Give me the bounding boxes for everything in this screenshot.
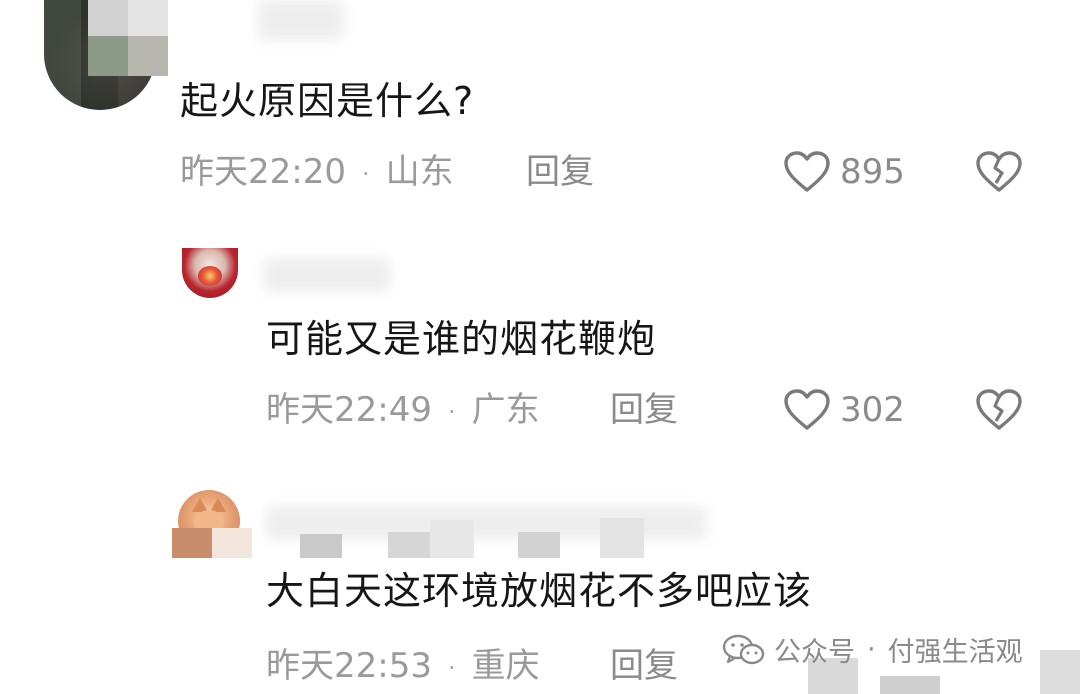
avatar-flower [198,266,222,286]
comment-time: 昨天22:20 [180,152,346,192]
meta-separator: · [447,397,456,426]
mosaic-block [300,534,342,558]
broken-heart-icon [974,150,1024,194]
heart-outline-icon [782,388,832,432]
meta-separator: · [447,653,456,682]
like-button[interactable]: 302 [782,388,905,432]
comment-location: 山东 [385,152,454,192]
avatar[interactable] [182,248,238,298]
mosaic-block [88,36,128,76]
comment-meta: 昨天22:20 · 山东 [180,152,454,194]
comment-time: 昨天22:53 [266,646,432,686]
comment-location: 重庆 [471,646,540,686]
watermark-separator: · [867,634,876,665]
mosaic-block [430,520,474,558]
comment-meta: 昨天22:53 · 重庆 [266,646,540,688]
heart-outline-icon [782,150,832,194]
mosaic-block [600,518,644,558]
reply-button[interactable]: 回复 [610,390,678,430]
comment-text: 起火原因是什么? [180,79,475,123]
username-blurred[interactable] [258,0,344,40]
comment-meta: 昨天22:49 · 广东 [266,390,540,432]
like-count: 302 [840,390,905,430]
meta-separator: · [361,159,370,188]
mosaic-block [388,532,430,558]
comment-text: 可能又是谁的烟花鞭炮 [266,317,657,361]
reply-button[interactable]: 回复 [526,152,594,192]
mosaic-block [518,532,560,558]
comment-text: 大白天这环境放烟花不多吧应该 [266,569,813,613]
watermark-source: 公众号 [774,637,855,668]
source-watermark: 公众号 · 付强生活观 [722,630,1023,669]
mosaic-block [128,36,168,76]
like-count: 895 [840,152,905,192]
mosaic-block [880,676,940,694]
like-button[interactable]: 895 [782,150,905,194]
mosaic-block [88,0,128,36]
mosaic-block [212,528,252,558]
mosaic-block [1040,650,1080,694]
mosaic-block [172,528,212,558]
wechat-icon [722,633,766,667]
dislike-button[interactable] [974,388,1024,432]
mosaic-block [128,0,168,36]
username-blurred[interactable] [264,258,390,292]
comment-location: 广东 [471,390,540,430]
dislike-button[interactable] [974,150,1024,194]
reply-button[interactable]: 回复 [610,646,678,686]
watermark-account: 付强生活观 [887,637,1023,668]
comment-time: 昨天22:49 [266,390,432,430]
broken-heart-icon [974,388,1024,432]
